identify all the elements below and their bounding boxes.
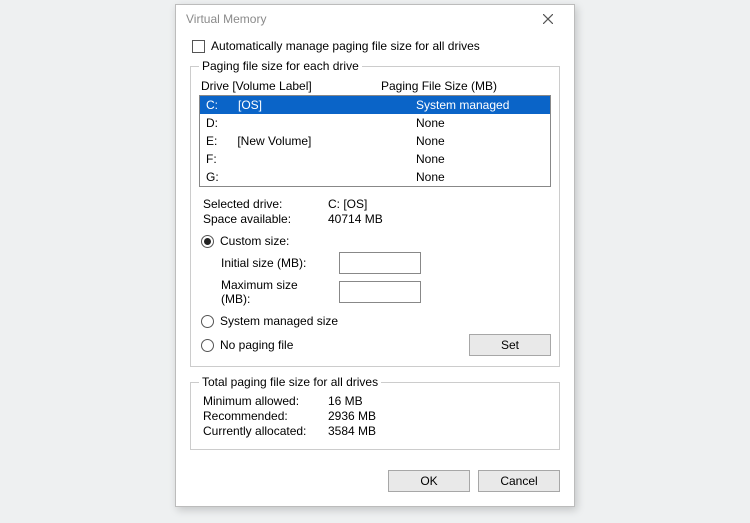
drives-legend: Paging file size for each drive: [199, 59, 362, 73]
initial-size-label: Initial size (MB):: [221, 256, 329, 270]
set-button[interactable]: Set: [469, 334, 551, 356]
selected-drive-row: Selected drive: C: [OS]: [203, 197, 551, 211]
recommended-row: Recommended: 2936 MB: [203, 409, 551, 423]
max-size-input[interactable]: [339, 281, 421, 303]
radio-system[interactable]: [201, 315, 214, 328]
min-allowed-value: 16 MB: [328, 394, 551, 408]
recommended-label: Recommended:: [203, 409, 328, 423]
drive-row[interactable]: E: [New Volume]None: [200, 132, 550, 150]
window-title: Virtual Memory: [186, 12, 528, 26]
drive-row[interactable]: D: None: [200, 114, 550, 132]
drive-label: E: [New Volume]: [206, 133, 416, 149]
initial-size-input[interactable]: [339, 252, 421, 274]
max-size-label: Maximum size (MB):: [221, 278, 329, 306]
set-row: No paging file Set: [199, 334, 551, 356]
auto-manage-row[interactable]: Automatically manage paging file size fo…: [192, 39, 560, 53]
radio-none-label: No paging file: [220, 338, 293, 352]
drive-label: F:: [206, 151, 416, 167]
radio-custom-label: Custom size:: [220, 234, 289, 248]
drives-group: Paging file size for each drive Drive [V…: [190, 59, 560, 367]
totals-legend: Total paging file size for all drives: [199, 375, 381, 389]
currently-allocated-label: Currently allocated:: [203, 424, 328, 438]
drive-label: C: [OS]: [206, 97, 416, 113]
drive-row[interactable]: C: [OS]System managed: [200, 96, 550, 114]
max-size-row: Maximum size (MB):: [221, 278, 551, 306]
min-allowed-label: Minimum allowed:: [203, 394, 328, 408]
header-drive: Drive [Volume Label]: [201, 79, 381, 93]
radio-custom[interactable]: [201, 235, 214, 248]
header-size: Paging File Size (MB): [381, 79, 551, 93]
drive-size: System managed: [416, 97, 544, 113]
currently-allocated-row: Currently allocated: 3584 MB: [203, 424, 551, 438]
drive-list[interactable]: C: [OS]System managedD: NoneE: [New Volu…: [199, 95, 551, 187]
auto-manage-label: Automatically manage paging file size fo…: [211, 39, 480, 53]
space-available-row: Space available: 40714 MB: [203, 212, 551, 226]
drive-row[interactable]: G: None: [200, 168, 550, 186]
radio-system-label: System managed size: [220, 314, 338, 328]
totals-group: Total paging file size for all drives Mi…: [190, 375, 560, 450]
drive-size: None: [416, 151, 544, 167]
drive-size: None: [416, 169, 544, 185]
space-available-label: Space available:: [203, 212, 328, 226]
radio-none[interactable]: [201, 339, 214, 352]
drive-row[interactable]: F: None: [200, 150, 550, 168]
radio-system-row[interactable]: System managed size: [201, 314, 551, 328]
space-available-value: 40714 MB: [328, 212, 551, 226]
auto-manage-checkbox[interactable]: [192, 40, 205, 53]
ok-button[interactable]: OK: [388, 470, 470, 492]
drive-label: D:: [206, 115, 416, 131]
close-button[interactable]: [528, 7, 568, 31]
radio-custom-row[interactable]: Custom size:: [201, 234, 551, 248]
selected-drive-label: Selected drive:: [203, 197, 328, 211]
recommended-value: 2936 MB: [328, 409, 551, 423]
selected-drive-value: C: [OS]: [328, 197, 551, 211]
drive-size: None: [416, 115, 544, 131]
drive-size: None: [416, 133, 544, 149]
currently-allocated-value: 3584 MB: [328, 424, 551, 438]
drive-label: G:: [206, 169, 416, 185]
close-icon: [543, 14, 553, 24]
min-allowed-row: Minimum allowed: 16 MB: [203, 394, 551, 408]
virtual-memory-dialog: Virtual Memory Automatically manage pagi…: [175, 4, 575, 507]
drive-list-header: Drive [Volume Label] Paging File Size (M…: [201, 79, 551, 93]
initial-size-row: Initial size (MB):: [221, 252, 551, 274]
cancel-button[interactable]: Cancel: [478, 470, 560, 492]
titlebar: Virtual Memory: [176, 5, 574, 33]
radio-none-row[interactable]: No paging file: [201, 338, 293, 352]
dialog-footer: OK Cancel: [176, 470, 574, 506]
dialog-body: Automatically manage paging file size fo…: [176, 33, 574, 470]
